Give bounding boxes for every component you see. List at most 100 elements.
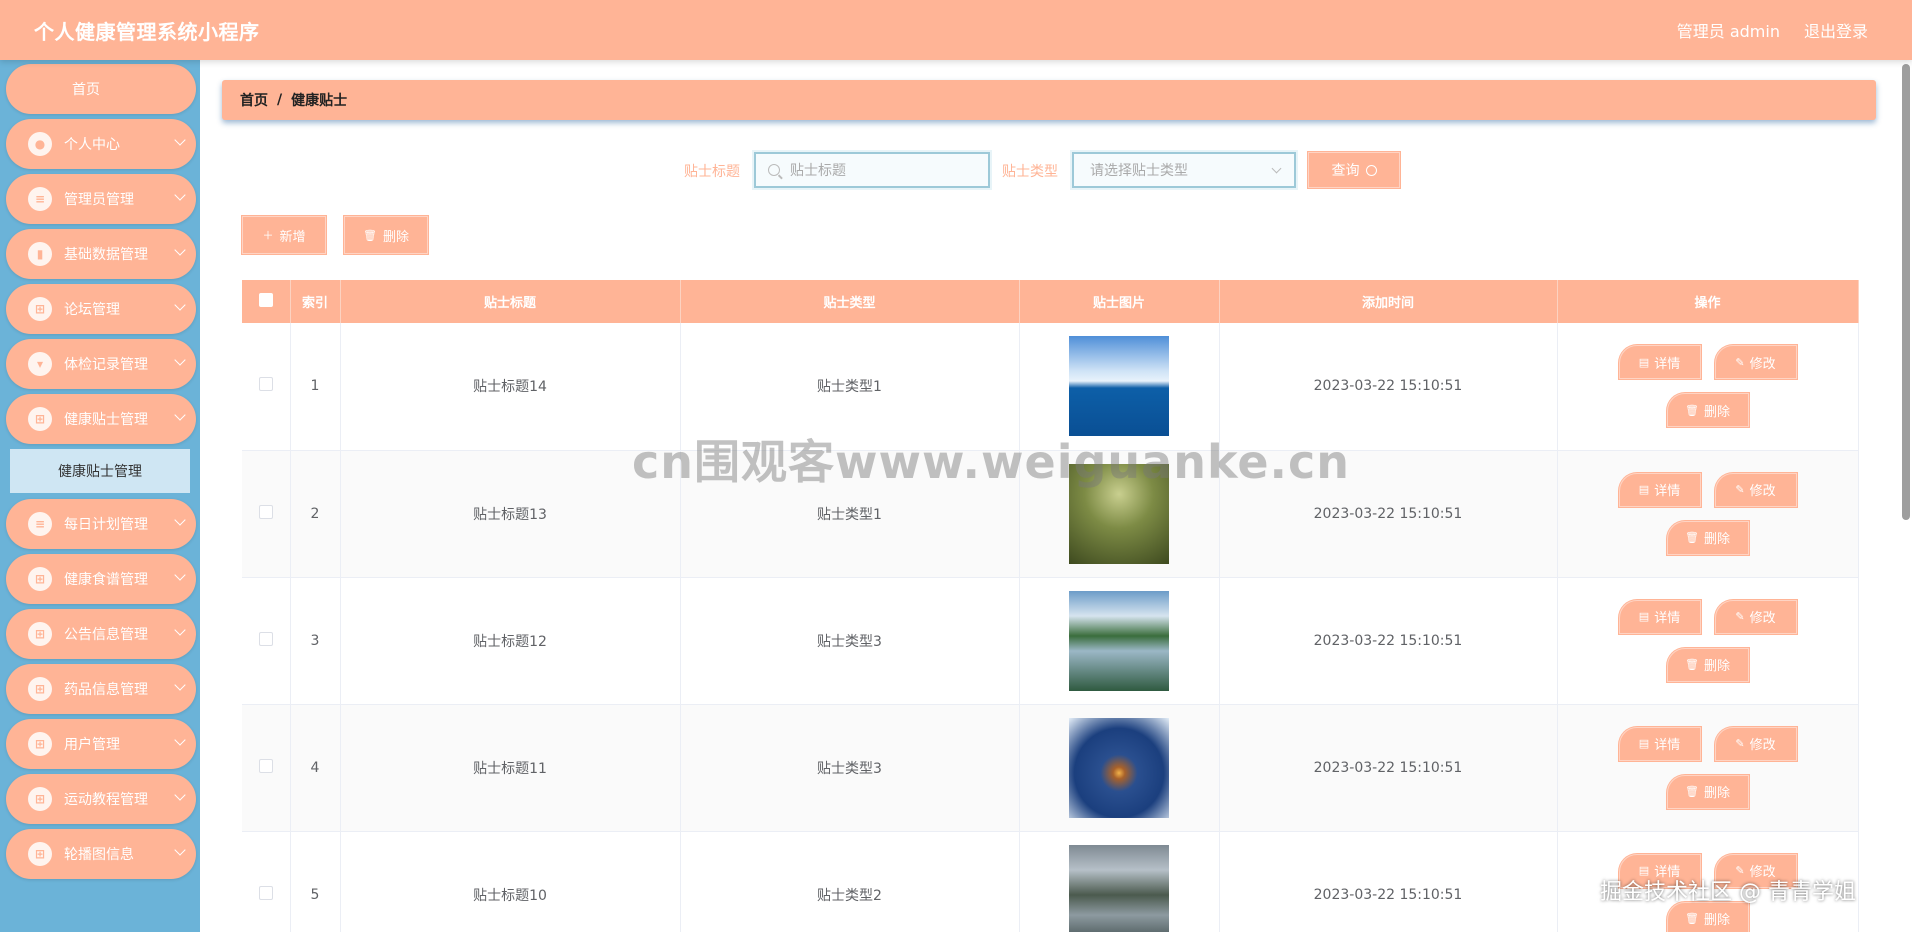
row-title: 贴士标题13 <box>340 450 681 578</box>
sidebar-item-label: 药品信息管理 <box>64 682 148 698</box>
row-select-cell[interactable] <box>242 704 291 832</box>
submenu-tips-manage[interactable]: 健康贴士管理 <box>10 449 190 493</box>
row-delete-button[interactable]: 🗑 删除 <box>1666 520 1749 555</box>
scrollbar[interactable] <box>1902 64 1910 520</box>
row-select-cell[interactable] <box>242 323 291 451</box>
breadcrumb-home[interactable]: 首页 <box>240 90 268 110</box>
row-select-cell[interactable] <box>242 450 291 578</box>
chevron-down-icon <box>1271 163 1282 174</box>
row-title: 贴士标题11 <box>340 704 681 832</box>
detail-button[interactable]: ▤ 详情 <box>1618 726 1701 761</box>
detail-label: 详情 <box>1654 611 1681 626</box>
select-all-checkbox[interactable] <box>258 292 273 307</box>
sidebar-item-label: 论坛管理 <box>64 302 120 318</box>
row-delete-button[interactable]: 🗑 删除 <box>1666 393 1749 428</box>
row-checkbox[interactable] <box>258 504 273 519</box>
detail-label: 详情 <box>1654 865 1681 880</box>
grid-icon: ⊞ <box>28 732 52 756</box>
admin-user[interactable]: 管理员 admin <box>1677 18 1780 42</box>
edit-button[interactable]: ✎ 修改 <box>1714 726 1797 761</box>
chevron-down-icon <box>174 734 186 746</box>
select-all-cell[interactable] <box>242 280 291 323</box>
sidebar-item-recipe[interactable]: ⊞ 健康食谱管理 <box>6 554 196 604</box>
sidebar-item-notice[interactable]: ⊞ 公告信息管理 <box>6 609 196 659</box>
sidebar-item-users[interactable]: ⊞ 用户管理 <box>6 719 196 769</box>
col-type: 贴士类型 <box>680 280 1020 323</box>
row-ops-cell: ▤ 详情 ✎ 修改 🗑 删除 <box>1557 577 1859 705</box>
row-title: 贴士标题12 <box>340 577 681 705</box>
row-delete-button[interactable]: 🗑 删除 <box>1666 901 1749 932</box>
bookmark-icon: ▾ <box>28 352 52 376</box>
row-delete-button[interactable]: 🗑 删除 <box>1666 774 1749 809</box>
sidebar-item-tips[interactable]: ⊞ 健康贴士管理 <box>6 394 196 444</box>
edit-button[interactable]: ✎ 修改 <box>1714 345 1797 380</box>
detail-button[interactable]: ▤ 详情 <box>1618 345 1701 380</box>
row-type: 贴士类型3 <box>680 577 1020 705</box>
chevron-down-icon <box>174 134 186 146</box>
edit-button[interactable]: ✎ 修改 <box>1714 853 1797 888</box>
grid-icon: ⊞ <box>28 407 52 431</box>
chevron-down-icon <box>174 299 186 311</box>
tip-thumbnail <box>1069 336 1169 437</box>
col-index: 索引 <box>290 280 341 323</box>
add-button[interactable]: ＋ 新增 <box>242 216 326 254</box>
pencil-icon: ✎ <box>1735 355 1745 369</box>
edit-button[interactable]: ✎ 修改 <box>1714 599 1797 634</box>
row-checkbox[interactable] <box>258 758 273 773</box>
tip-thumbnail <box>1069 717 1169 818</box>
row-title: 贴士标题14 <box>340 323 681 451</box>
edit-label: 修改 <box>1749 865 1776 880</box>
sidebar-item-exercise[interactable]: ⊞ 运动教程管理 <box>6 774 196 824</box>
row-checkbox[interactable] <box>258 631 273 646</box>
logout-link[interactable]: 退出登录 <box>1804 18 1868 42</box>
list-icon: ≡ <box>28 512 52 536</box>
sidebar-item-forum[interactable]: ⊞ 论坛管理 <box>6 284 196 334</box>
grid-icon: ⊞ <box>28 677 52 701</box>
tip-thumbnail <box>1069 590 1169 691</box>
row-delete-button[interactable]: 🗑 删除 <box>1666 647 1749 682</box>
row-delete-label: 删除 <box>1703 659 1730 674</box>
document-icon: ▤ <box>1638 864 1650 877</box>
row-ops-cell: ▤ 详情 ✎ 修改 🗑 删除 <box>1557 323 1859 451</box>
query-button[interactable]: 查询 <box>1308 152 1400 188</box>
detail-label: 详情 <box>1654 738 1681 753</box>
detail-button[interactable]: ▤ 详情 <box>1618 853 1701 888</box>
detail-button[interactable]: ▤ 详情 <box>1618 599 1701 634</box>
trash-icon: 🗑 <box>1685 403 1699 417</box>
row-time: 2023-03-22 15:10:51 <box>1219 450 1558 578</box>
detail-button[interactable]: ▤ 详情 <box>1618 472 1701 507</box>
row-type: 贴士类型1 <box>680 450 1020 578</box>
document-icon: ▤ <box>1638 483 1650 496</box>
edit-button[interactable]: ✎ 修改 <box>1714 472 1797 507</box>
edit-label: 修改 <box>1749 356 1776 372</box>
row-select-cell[interactable] <box>242 577 291 705</box>
tip-thumbnail <box>1069 463 1169 564</box>
title-search-input[interactable]: 贴士标题 <box>754 152 990 188</box>
chart-icon: ▮ <box>28 242 52 266</box>
row-delete-label: 删除 <box>1703 404 1730 420</box>
type-select[interactable]: 请选择贴士类型 <box>1072 152 1296 188</box>
sidebar-item-carousel[interactable]: ⊞ 轮播图信息 <box>6 829 196 879</box>
row-type: 贴士类型3 <box>680 704 1020 832</box>
sidebar-item-home[interactable]: 首页 <box>6 64 196 114</box>
sidebar-item-basedata[interactable]: ▮ 基础数据管理 <box>6 229 196 279</box>
edit-label: 修改 <box>1749 611 1776 626</box>
table-row: 4 贴士标题11 贴士类型3 2023-03-22 15:10:51 ▤ 详情 ✎… <box>242 704 1859 832</box>
pencil-icon: ✎ <box>1735 483 1745 496</box>
row-time: 2023-03-22 15:10:51 <box>1219 577 1558 705</box>
row-checkbox[interactable] <box>258 377 273 392</box>
batch-delete-button[interactable]: 🗑 删除 <box>344 216 428 254</box>
col-image: 贴士图片 <box>1019 280 1220 323</box>
sidebar-item-plan[interactable]: ≡ 每日计划管理 <box>6 499 196 549</box>
grid-icon: ⊞ <box>28 787 52 811</box>
row-checkbox[interactable] <box>258 885 273 900</box>
sidebar-item-drug[interactable]: ⊞ 药品信息管理 <box>6 664 196 714</box>
row-ops-cell: ▤ 详情 ✎ 修改 🗑 删除 <box>1557 831 1859 932</box>
trash-icon: 🗑 <box>1685 912 1699 925</box>
table-row: 3 贴士标题12 贴士类型3 2023-03-22 15:10:51 ▤ 详情 ✎… <box>242 577 1859 705</box>
row-select-cell[interactable] <box>242 831 291 932</box>
chevron-down-icon <box>174 189 186 201</box>
tips-table: 索引 贴士标题 贴士类型 贴士图片 添加时间 操作 1 贴士标题14 贴士类型1… <box>242 280 1859 932</box>
sidebar-item-checkup[interactable]: ▾ 体检记录管理 <box>6 339 196 389</box>
row-image-cell <box>1019 831 1220 932</box>
